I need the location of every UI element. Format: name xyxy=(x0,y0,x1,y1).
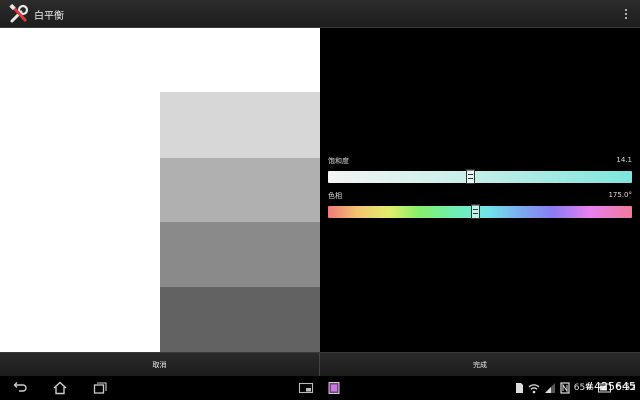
done-button[interactable]: 完成 xyxy=(320,353,640,376)
saturation-value: 14.1 xyxy=(616,156,632,164)
gray-swatch-light xyxy=(160,92,320,158)
nfc-icon xyxy=(560,382,570,394)
signal-icon xyxy=(544,383,555,393)
button-bar: 取消 完成 xyxy=(0,352,640,376)
watermark-id: #425645 xyxy=(584,380,636,393)
saturation-label: 饱和度 xyxy=(328,157,349,165)
cancel-button[interactable]: 取消 xyxy=(0,353,320,376)
app-title: 白平衡 xyxy=(34,11,64,22)
overflow-menu-icon[interactable] xyxy=(618,4,634,24)
preview-panel xyxy=(0,28,320,352)
action-bar: 白平衡 xyxy=(0,0,640,28)
hue-label: 色相 xyxy=(328,192,342,200)
hue-value: 175.0° xyxy=(608,191,632,199)
home-icon[interactable] xyxy=(52,381,68,395)
tools-icon[interactable] xyxy=(8,3,30,25)
system-navigation-bar: 65% 6:52 #425645 xyxy=(0,376,640,400)
gray-swatch-medium-light xyxy=(160,158,320,222)
sim-icon xyxy=(515,383,523,393)
screen-capture-icon[interactable] xyxy=(326,381,342,395)
gray-swatch-dark xyxy=(160,287,320,352)
wifi-icon xyxy=(528,384,540,394)
hue-slider[interactable] xyxy=(328,204,632,219)
hue-slider-handle[interactable] xyxy=(470,204,480,219)
gray-swatch-medium-dark xyxy=(160,222,320,287)
recent-apps-icon[interactable] xyxy=(92,381,108,395)
saturation-slider-handle[interactable] xyxy=(466,169,476,184)
controls-panel: 饱和度 14.1 色相 175.0° xyxy=(320,28,640,352)
saturation-slider[interactable] xyxy=(328,169,632,184)
back-icon[interactable] xyxy=(12,381,28,395)
small-app-icon[interactable] xyxy=(298,381,314,395)
